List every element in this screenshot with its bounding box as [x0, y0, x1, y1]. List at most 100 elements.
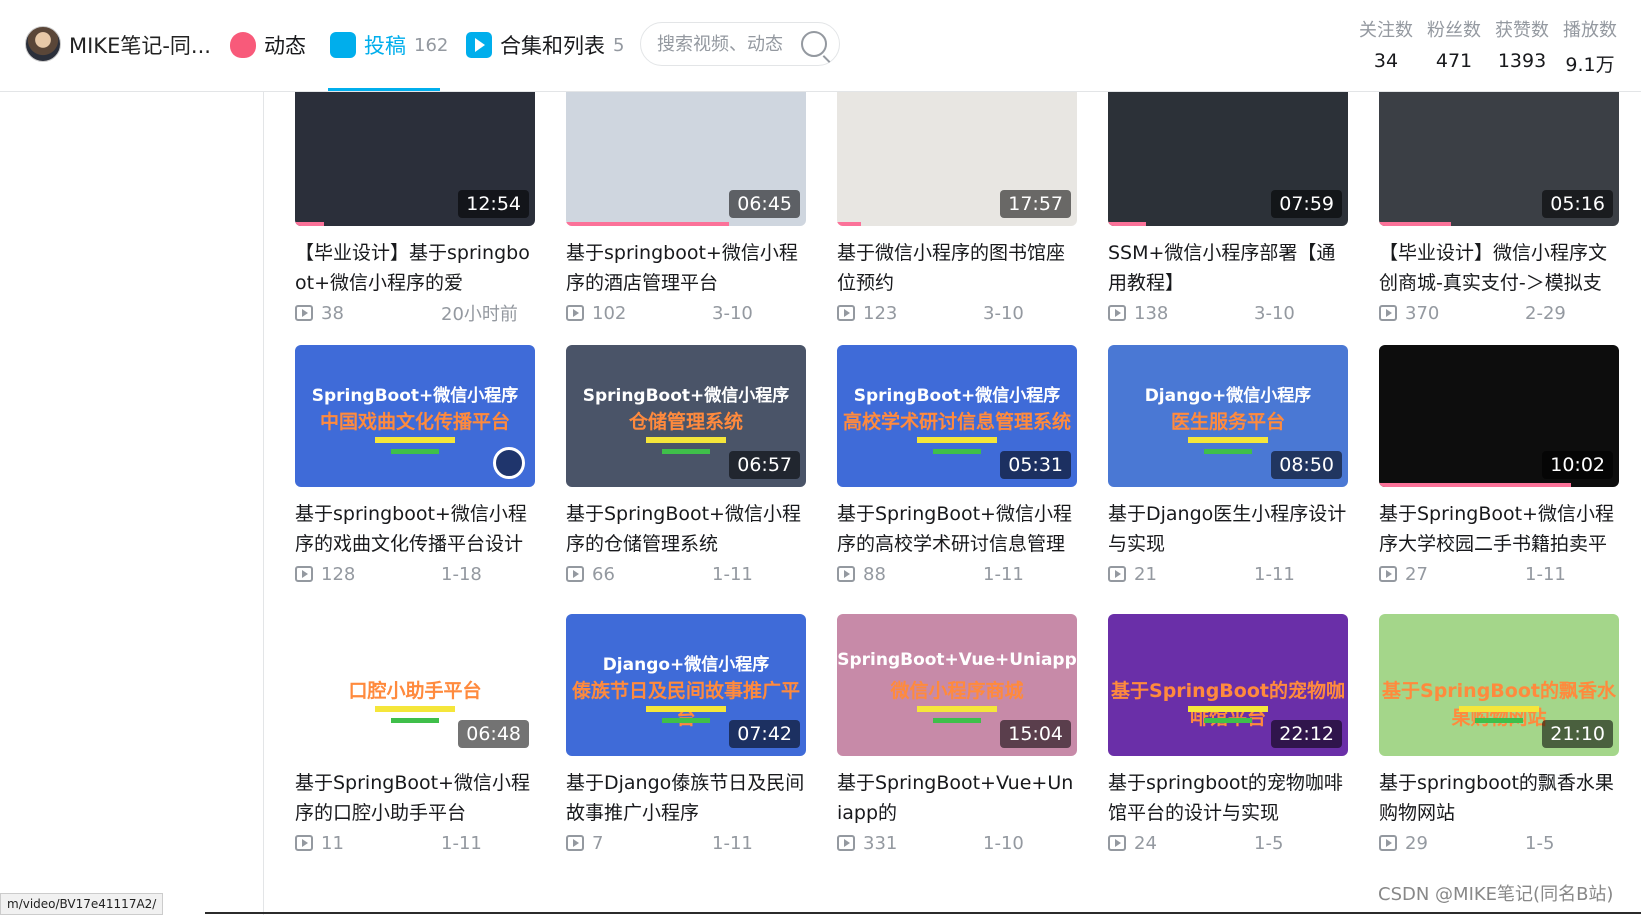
video-card[interactable]: 07:59 SSM+微信小程序部署【通用教程】 138 3-10	[1108, 92, 1348, 326]
stat-label: 粉丝数	[1427, 20, 1481, 41]
video-card[interactable]: 口腔小助手平台 06:48 基于SpringBoot+微信小程序的口腔小助手平台 11…	[295, 614, 535, 856]
stat-label: 播放数	[1563, 20, 1617, 41]
video-thumbnail[interactable]: 基于SpringBoot的飘香水果购物网站21:10	[1379, 614, 1619, 756]
username[interactable]: MIKE笔记-同...	[69, 30, 211, 60]
stat-item[interactable]: 播放数 9.1万	[1556, 16, 1624, 77]
nav-collections-label: 合集和列表	[500, 34, 605, 58]
video-thumbnail[interactable]: SpringBoot+Vue+Uniapp 微信小程序商城 15:04	[837, 614, 1077, 756]
play-count-icon	[1379, 835, 1397, 851]
thumbnail-decor	[1204, 449, 1252, 454]
video-thumbnail[interactable]: 口腔小助手平台 06:48	[295, 614, 535, 756]
video-title[interactable]: 基于微信小程序的图书馆座位预约	[837, 238, 1077, 298]
watch-progress	[1379, 483, 1571, 487]
video-card[interactable]: SpringBoot+微信小程序 仓储管理系统 06:57 基于SpringBoot+…	[566, 345, 806, 587]
video-title[interactable]: 基于Django医生小程序设计与实现	[1108, 499, 1348, 559]
nav-uploads[interactable]: 投稿 162	[330, 27, 448, 63]
video-duration: 12:54	[458, 190, 529, 218]
play-count-icon	[1108, 835, 1126, 851]
video-title[interactable]: 基于SpringBoot+Vue+Uniapp的	[837, 768, 1077, 828]
play-count: 21	[1134, 563, 1157, 585]
thumbnail-decor	[917, 437, 997, 443]
thumbnail-decor	[646, 706, 726, 712]
video-title[interactable]: 基于springboot+微信小程序的酒店管理平台	[566, 238, 806, 298]
video-meta: 128 1-18	[295, 561, 535, 587]
video-duration: 17:57	[1000, 190, 1071, 218]
nav-collections[interactable]: 合集和列表 5	[466, 27, 624, 63]
video-title[interactable]: 基于SpringBoot+微信小程序的口腔小助手平台	[295, 768, 535, 828]
watch-progress	[837, 222, 861, 226]
play-count: 11	[321, 832, 344, 854]
video-thumbnail[interactable]: SpringBoot+微信小程序 高校学术研讨信息管理系统 05:31	[837, 345, 1077, 487]
video-card[interactable]: 基于SpringBoot的宠物咖啡馆平台22:12 基于springboot的宠物…	[1108, 614, 1348, 856]
thumbnail-subtext: 中国戏曲文化传播平台	[319, 411, 510, 433]
play-count: 27	[1405, 563, 1428, 585]
video-thumbnail[interactable]: SpringBoot+微信小程序 仓储管理系统 06:57	[566, 345, 806, 487]
video-title[interactable]: SSM+微信小程序部署【通用教程】	[1108, 238, 1348, 298]
replay-icon[interactable]	[493, 447, 525, 479]
thumbnail-subtext: 口腔小助手平台	[348, 680, 482, 702]
video-thumbnail[interactable]: 10:02	[1379, 345, 1619, 487]
video-card[interactable]: 05:16 【毕业设计】微信小程序文创商城-真实支付-＞模拟支付 370 2-29	[1379, 92, 1619, 326]
video-title[interactable]: 基于springboot+微信小程序的戏曲文化传播平台设计与实	[295, 499, 535, 559]
upload-date: 1-11	[441, 832, 482, 854]
avatar[interactable]	[25, 26, 61, 62]
video-title[interactable]: 基于SpringBoot+微信小程序大学校园二手书籍拍卖平台	[1379, 499, 1619, 559]
stat-item[interactable]: 关注数 34	[1352, 16, 1420, 77]
video-card[interactable]: SpringBoot+Vue+Uniapp 微信小程序商城 15:04 基于Sprin…	[837, 614, 1077, 856]
video-card[interactable]: 17:57 基于微信小程序的图书馆座位预约 123 3-10	[837, 92, 1077, 326]
video-title[interactable]: 基于springboot的飘香水果购物网站	[1379, 768, 1619, 828]
play-count: 66	[592, 563, 615, 585]
video-title[interactable]: 【毕业设计】微信小程序文创商城-真实支付-＞模拟支付	[1379, 238, 1619, 298]
dynamic-icon	[230, 32, 256, 58]
sidebar-divider	[263, 92, 264, 915]
video-title[interactable]: 基于SpringBoot+微信小程序的仓储管理系统	[566, 499, 806, 559]
thumbnail-subtext: 高校学术研讨信息管理系统	[842, 411, 1071, 433]
upload-date: 1-11	[712, 563, 753, 585]
video-thumbnail[interactable]: 12:54	[295, 92, 535, 226]
thumbnail-decor	[1459, 706, 1539, 712]
stat-value: 471	[1435, 50, 1473, 72]
video-card[interactable]: 06:45 基于springboot+微信小程序的酒店管理平台 102 3-10	[566, 92, 806, 326]
play-count-icon	[566, 305, 584, 321]
search-icon[interactable]	[801, 31, 827, 57]
video-thumbnail[interactable]: SpringBoot+微信小程序 中国戏曲文化传播平台	[295, 345, 535, 487]
video-card[interactable]: 基于SpringBoot的飘香水果购物网站21:10 基于springboot的飘…	[1379, 614, 1619, 856]
watch-progress	[295, 222, 324, 226]
play-count: 29	[1405, 832, 1428, 854]
video-title[interactable]: 基于springboot的宠物咖啡馆平台的设计与实现	[1108, 768, 1348, 828]
video-meta: 370 2-29	[1379, 300, 1619, 326]
video-thumbnail[interactable]: Django+微信小程序傣族节日及民间故事推广平台07:42	[566, 614, 806, 756]
video-card[interactable]: Django+微信小程序傣族节日及民间故事推广平台07:42 基于Django傣族…	[566, 614, 806, 856]
watermark: CSDN @MIKE笔记(同名B站)	[1378, 884, 1614, 905]
playlist-icon	[466, 32, 492, 58]
thumbnail-decor	[917, 706, 997, 712]
stat-item[interactable]: 获赞数 1393	[1488, 16, 1556, 77]
video-card[interactable]: Django+微信小程序 医生服务平台 08:50 基于Django医生小程序设计与实…	[1108, 345, 1348, 587]
play-count-icon	[837, 835, 855, 851]
stat-item[interactable]: 粉丝数 471	[1420, 16, 1488, 77]
video-thumbnail[interactable]: 07:59	[1108, 92, 1348, 226]
nav-dynamic[interactable]: 动态	[230, 27, 306, 63]
thumbnail-decor	[1188, 437, 1268, 443]
video-meta: 88 1-11	[837, 561, 1077, 587]
play-count-icon	[837, 566, 855, 582]
video-card[interactable]: 12:54 【毕业设计】基于springboot+微信小程序的爱 38 20小时前	[295, 92, 535, 326]
video-card[interactable]: SpringBoot+微信小程序 高校学术研讨信息管理系统 05:31 基于Sprin…	[837, 345, 1077, 587]
nav-uploads-label: 投稿	[364, 34, 406, 58]
play-count: 128	[321, 563, 356, 585]
video-thumbnail[interactable]: 基于SpringBoot的宠物咖啡馆平台22:12	[1108, 614, 1348, 756]
status-url: m/video/BV17e41117A2/	[0, 893, 164, 915]
video-meta: 331 1-10	[837, 830, 1077, 856]
video-meta: 29 1-5	[1379, 830, 1619, 856]
video-card[interactable]: 10:02 基于SpringBoot+微信小程序大学校园二手书籍拍卖平台 27 1-1…	[1379, 345, 1619, 587]
video-title[interactable]: 基于SpringBoot+微信小程序的高校学术研讨信息管理系统	[837, 499, 1077, 559]
search-input[interactable]	[657, 33, 797, 55]
video-thumbnail[interactable]: 05:16	[1379, 92, 1619, 226]
video-thumbnail[interactable]: Django+微信小程序 医生服务平台 08:50	[1108, 345, 1348, 487]
video-title[interactable]: 【毕业设计】基于springboot+微信小程序的爱	[295, 238, 535, 298]
video-title[interactable]: 基于Django傣族节日及民间故事推广小程序	[566, 768, 806, 828]
play-count-icon	[1108, 566, 1126, 582]
video-thumbnail[interactable]: 06:45	[566, 92, 806, 226]
video-card[interactable]: SpringBoot+微信小程序 中国戏曲文化传播平台基于springboot+微…	[295, 345, 535, 587]
video-thumbnail[interactable]: 17:57	[837, 92, 1077, 226]
